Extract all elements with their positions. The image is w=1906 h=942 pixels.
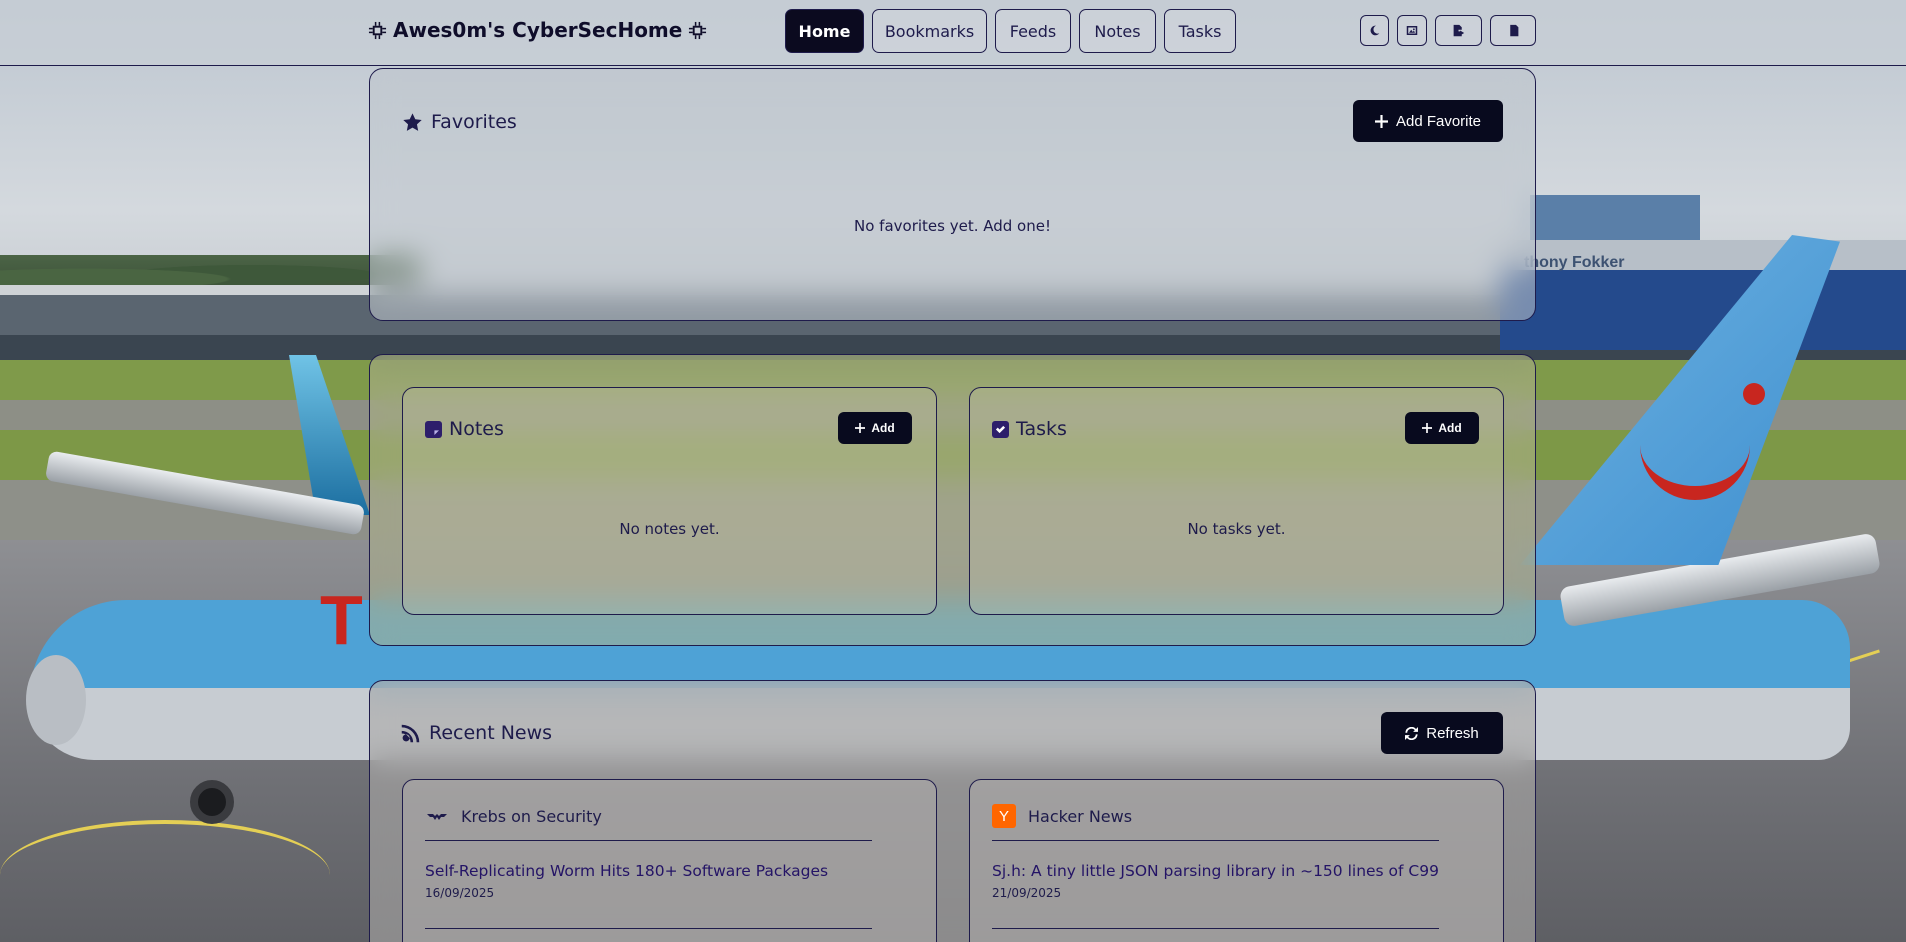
news-article-link[interactable]: Self-Replicating Worm Hits 180+ Software… — [425, 862, 828, 880]
site-brand[interactable]: Awes0m's CyberSecHome — [368, 18, 707, 42]
news-source-card: Y Hacker News Sj.h: A tiny little JSON p… — [969, 779, 1504, 942]
news-header: Recent News — [400, 722, 552, 744]
notes-panel: Notes Add No notes yet. — [402, 387, 937, 615]
news-article-date: 21/09/2025 — [992, 886, 1062, 900]
rss-icon — [401, 724, 420, 742]
favorites-empty-message: No favorites yet. Add one! — [854, 217, 1051, 235]
add-task-button[interactable]: Add — [1405, 412, 1479, 444]
tasks-title: Tasks — [1016, 418, 1067, 440]
tasks-panel: Tasks Add No tasks yet. — [969, 387, 1504, 615]
nav-actions — [1360, 15, 1536, 46]
news-source-card: Krebs on Security Self-Replicating Worm … — [402, 779, 937, 942]
tasks-header: Tasks — [992, 418, 1067, 440]
refresh-news-button[interactable]: Refresh — [1381, 712, 1503, 754]
brand-title: Awes0m's CyberSecHome — [393, 18, 683, 42]
news-title: Recent News — [429, 722, 553, 744]
recent-news-card: Recent News Refresh Krebs on Security Se… — [369, 680, 1536, 942]
divider — [425, 928, 872, 929]
chip-icon — [688, 21, 707, 40]
favorites-card: Favorites Add Favorite No favorites yet.… — [369, 68, 1536, 321]
news-source-name: Krebs on Security — [461, 806, 602, 826]
chip-icon — [368, 21, 387, 40]
sticky-note-icon — [425, 420, 442, 438]
tab-feeds[interactable]: Feeds — [995, 9, 1071, 53]
import-icon — [1509, 24, 1518, 37]
news-article-link[interactable]: Sj.h: A tiny little JSON parsing library… — [992, 862, 1439, 880]
add-favorite-button[interactable]: Add Favorite — [1353, 100, 1503, 142]
plus-icon — [1422, 423, 1433, 433]
background-image-button[interactable] — [1397, 15, 1427, 46]
favorites-title: Favorites — [431, 111, 517, 133]
star-icon — [403, 112, 422, 131]
hacker-news-icon: Y — [992, 804, 1016, 828]
plus-icon — [1374, 114, 1388, 128]
image-icon — [1406, 26, 1418, 35]
news-source-header: Krebs on Security — [425, 804, 602, 828]
add-note-button[interactable]: Add — [838, 412, 912, 444]
refresh-icon — [1405, 726, 1419, 740]
notes-tasks-card: Notes Add No notes yet. Tasks Add No tas… — [369, 354, 1536, 646]
import-button[interactable] — [1490, 15, 1536, 46]
tab-notes[interactable]: Notes — [1079, 9, 1156, 53]
nav-tabs: Home Bookmarks Feeds Notes Tasks — [785, 9, 1236, 53]
add-favorite-label: Add Favorite — [1395, 112, 1482, 130]
background-sign: thony Fokker — [1524, 254, 1625, 271]
checkbox-icon — [992, 420, 1009, 438]
divider — [992, 840, 1439, 841]
divider — [992, 928, 1439, 929]
krebs-logo-icon — [425, 804, 449, 828]
tab-home[interactable]: Home — [785, 9, 864, 53]
news-source-name: Hacker News — [1028, 806, 1133, 826]
notes-title: Notes — [449, 418, 504, 440]
add-task-label: Add — [1438, 421, 1462, 435]
moon-icon — [1370, 25, 1380, 36]
news-source-header: Y Hacker News — [992, 804, 1132, 828]
favorites-header: Favorites — [402, 111, 517, 133]
tasks-empty-message: No tasks yet. — [1187, 520, 1286, 538]
export-icon — [1453, 24, 1465, 37]
divider — [425, 840, 872, 841]
news-article-date: 16/09/2025 — [425, 886, 495, 900]
theme-toggle-button[interactable] — [1360, 15, 1389, 46]
top-navbar: Awes0m's CyberSecHome Home Bookmarks Fee… — [0, 0, 1906, 66]
add-note-label: Add — [871, 421, 895, 435]
refresh-label: Refresh — [1426, 724, 1479, 742]
notes-header: Notes — [425, 418, 504, 440]
tab-bookmarks[interactable]: Bookmarks — [872, 9, 987, 53]
tab-tasks[interactable]: Tasks — [1164, 9, 1236, 53]
notes-empty-message: No notes yet. — [619, 520, 720, 538]
export-button[interactable] — [1435, 15, 1482, 46]
plus-icon — [855, 423, 866, 433]
